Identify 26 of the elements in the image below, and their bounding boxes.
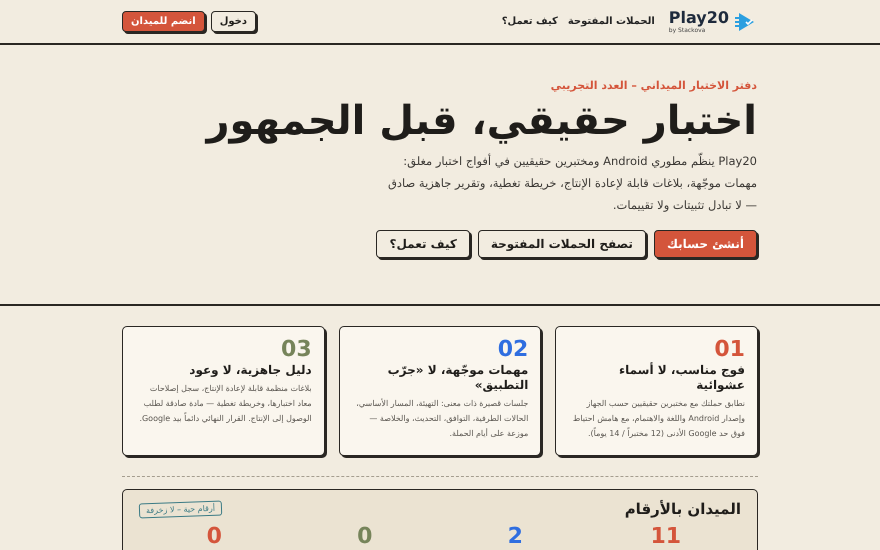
card-number: 01: [713, 339, 745, 361]
hero-title: اختبار حقيقي، قبل الجمهور: [204, 98, 757, 144]
nav-link[interactable]: الحملات المفتوحة: [568, 16, 655, 27]
card-text: جلسات قصيرة ذات معنى: التهيئة، المسار الأساسي، الحالات الطرفية، التوافق، التحديث، والخلاصة — موزعة على أيام الحملة.: [355, 397, 528, 440]
stat-value: 11: [649, 524, 682, 549]
create-account-button[interactable]: أنشئ حسابك: [654, 230, 757, 258]
stat-value: 0: [206, 524, 223, 549]
hero-description: Play20 ينظّم مطوري Android ومختبرين حقيقيين في أفواج اختبار مغلق: مهمات موجّهة، بلاغات قابلة لإعادة الإنتاج، خريطة تغطية، وتقرير جاهزية صادق — لا تبادل تثبيتات ولا تقييمات.: [387, 152, 757, 214]
card-number: 03: [280, 339, 312, 361]
login-button[interactable]: دخول: [210, 11, 256, 32]
eyebrow-text: دفتر الاختبار الميداني – العدد التجريبي: [550, 79, 757, 92]
secondary-button[interactable]: تصفح الحملات المفتوحة: [478, 230, 646, 258]
card-number: 02: [496, 339, 528, 361]
card-title: فوج مناسب، لا أسماء عشوائية: [618, 363, 745, 393]
join-button[interactable]: انضم للميدان: [122, 11, 205, 32]
card-text: نطابق حملتك مع مختبرين حقيقيين حسب الجهاز وإصدار Android واللغة والاهتمام، مع هامش احتياط فوق حد Google الأدنى (12 مختبراً / 14 يوماً).: [572, 398, 745, 440]
brand-name[interactable]: Play20: [668, 10, 729, 26]
card-title: دليل جاهزية، لا وعود: [188, 363, 312, 378]
secondary-button[interactable]: كيف تعمل؟: [376, 230, 470, 258]
stats-title: الميدان بالأرقام: [624, 500, 741, 518]
card-title: مهمات موجّهة، لا «جرّب التطبيق»: [386, 363, 528, 393]
stat-value: 0: [356, 524, 374, 549]
nav-link[interactable]: كيف تعمل؟: [502, 16, 558, 27]
stat-value: 2: [506, 524, 524, 549]
stats-tag: أرقام حية – لا زخرفة: [138, 500, 222, 518]
card-text: بلاغات منظمة قابلة لإعادة الإنتاج، سجل إصلاحات معاد اختبارها، وخريطة تغطية — مادة صادقة لطلب الوصول إلى الإنتاج. القرار النهائي دائماً بيد Google.: [138, 383, 312, 425]
